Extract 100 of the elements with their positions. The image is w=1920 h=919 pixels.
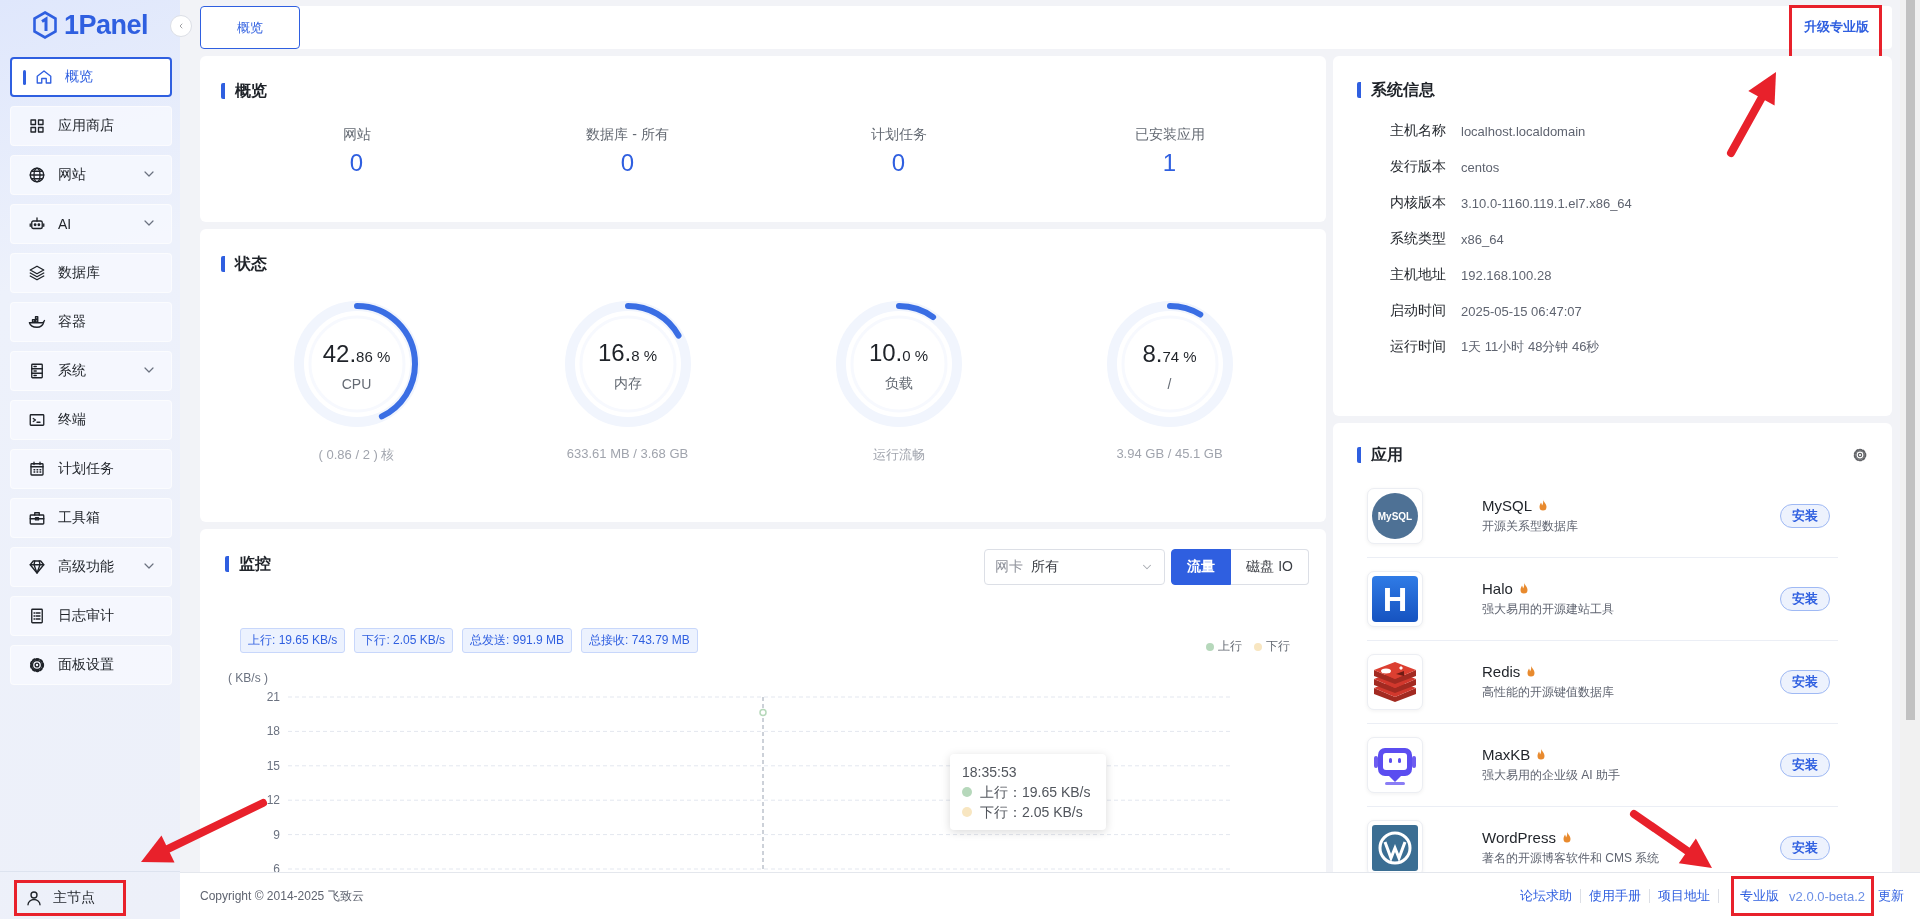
logo-icon: [31, 11, 58, 39]
globe-icon: [28, 166, 46, 184]
info-label: 系统类型: [1390, 230, 1447, 248]
upgrade-link[interactable]: 升级专业版: [1804, 18, 1869, 36]
axis-unit-label: ( KB/s ): [228, 671, 268, 685]
tab[interactable]: 概览: [200, 6, 300, 49]
footer-link[interactable]: 项目地址: [1658, 887, 1711, 905]
sidebar-item[interactable]: 工具箱: [10, 498, 172, 538]
app-name[interactable]: MaxKB: [1482, 746, 1531, 763]
logo-text: 1Panel: [63, 9, 149, 41]
install-button[interactable]: 安装: [1780, 753, 1830, 777]
gauge-label: CPU: [341, 376, 372, 392]
halo-logo: H: [1372, 576, 1418, 622]
app-name[interactable]: Halo: [1482, 580, 1513, 597]
card-title: 监控: [225, 556, 271, 572]
update-link[interactable]: 更新: [1878, 887, 1904, 905]
stat-value[interactable]: 1: [1162, 149, 1177, 177]
network-select[interactable]: 网卡 所有: [984, 549, 1166, 585]
app-name[interactable]: MySQL: [1482, 497, 1532, 514]
terminal-icon: [28, 411, 46, 429]
toggle-button[interactable]: 流量: [1171, 549, 1232, 585]
stat-label: 数据库 - 所有: [586, 125, 669, 143]
layers-icon: [28, 264, 46, 282]
stat-value[interactable]: 0: [891, 149, 906, 177]
gauge-value: 42.86 %: [322, 340, 391, 368]
sidebar-item[interactable]: 高级功能: [10, 547, 172, 587]
server-icon: [28, 362, 46, 380]
info-label: 运行时间: [1390, 338, 1447, 356]
tooltip-row: 下行：2.05 KB/s: [962, 802, 1094, 822]
toolbox-icon: [28, 509, 46, 527]
stat-value[interactable]: 0: [349, 149, 364, 177]
app-description: 高性能的开源键值数据库: [1482, 684, 1614, 701]
gauge-value: 8.74 %: [1142, 340, 1197, 368]
version-text: v2.0.0-beta.2: [1789, 888, 1865, 904]
sidebar-item[interactable]: AI: [10, 204, 172, 244]
app-description: 开源关系型数据库: [1482, 518, 1578, 535]
gauge-value: 10.0 %: [868, 339, 929, 367]
user-icon: [25, 888, 43, 907]
sidebar-item[interactable]: 终端: [10, 400, 172, 440]
copyright-text: Copyright © 2014-2025 飞致云: [200, 887, 364, 905]
gauge-detail: 3.94 GB / 45.1 GB: [1116, 446, 1223, 461]
gauge-label: 内存: [613, 375, 642, 393]
sidebar-item[interactable]: 日志审计: [10, 596, 172, 636]
footer-link[interactable]: 使用手册: [1589, 887, 1642, 905]
info-value: centos: [1461, 159, 1500, 175]
list-icon: [28, 607, 46, 625]
info-label: 启动时间: [1390, 302, 1447, 320]
install-button[interactable]: 安装: [1780, 587, 1830, 611]
app-name[interactable]: WordPress: [1482, 829, 1556, 846]
info-label: 主机地址: [1390, 266, 1447, 284]
collapse-button[interactable]: [170, 15, 192, 37]
y-tick-label: 21: [266, 690, 280, 704]
settings-icon[interactable]: [1852, 447, 1868, 463]
stat-tag: 下行: 2.05 KB/s: [354, 628, 454, 653]
whale-icon: [28, 313, 46, 331]
sidebar-item[interactable]: 计划任务: [10, 449, 172, 489]
settings-icon: [28, 656, 46, 674]
sidebar-item[interactable]: 面板设置: [10, 645, 172, 685]
sidebar-item[interactable]: 应用商店: [10, 106, 172, 146]
sidebar-item[interactable]: 数据库: [10, 253, 172, 293]
app-description: 强大易用的开源建站工具: [1482, 601, 1614, 618]
install-button[interactable]: 安装: [1780, 670, 1830, 694]
legend-item[interactable]: 上行: [1206, 638, 1242, 655]
stat-tag: 上行: 19.65 KB/s: [240, 628, 346, 653]
gauge-label: 负载: [884, 375, 913, 393]
install-button[interactable]: 安装: [1780, 504, 1830, 528]
scrollbar[interactable]: [1900, 0, 1920, 872]
stat-tag: 总发送: 991.9 MB: [462, 628, 573, 653]
home-icon: [35, 68, 53, 86]
legend-item[interactable]: 下行: [1254, 638, 1290, 655]
card-title: 系统信息: [1357, 82, 1435, 98]
sidebar-item[interactable]: 容器: [10, 302, 172, 342]
card-title: 状态: [221, 256, 267, 272]
tooltip-row: 上行：19.65 KB/s: [962, 782, 1094, 802]
stat-label: 已安装应用: [1134, 125, 1205, 143]
app-name[interactable]: Redis: [1482, 663, 1521, 680]
y-tick-label: 9: [273, 827, 280, 842]
stat-value[interactable]: 0: [620, 149, 635, 177]
mysql-logo: MySQL: [1372, 493, 1418, 539]
footer-link[interactable]: 论坛求助: [1520, 887, 1573, 905]
y-tick-label: 15: [266, 758, 280, 773]
sidebar-item[interactable]: 网站: [10, 155, 172, 195]
stat-label: 网站: [342, 125, 371, 143]
gauge-detail: 运行流畅: [872, 446, 925, 464]
sidebar-item[interactable]: 概览: [10, 57, 172, 97]
gauge-detail: 633.61 MB / 3.68 GB: [566, 446, 689, 461]
info-value: localhost.localdomain: [1461, 123, 1586, 139]
info-label: 发行版本: [1390, 158, 1447, 176]
stat-tag: 总接收: 743.79 MB: [581, 628, 698, 653]
info-value: 3.10.0-1160.119.1.el7.x86_64: [1461, 195, 1632, 211]
install-button[interactable]: 安装: [1780, 836, 1830, 860]
edition-link[interactable]: 专业版: [1740, 887, 1780, 905]
toggle-button[interactable]: 磁盘 IO: [1231, 549, 1309, 585]
info-label: 主机名称: [1390, 122, 1447, 140]
info-value: 192.168.100.28: [1461, 267, 1552, 283]
diamond-icon: [28, 558, 46, 576]
sidebar-item[interactable]: 系统: [10, 351, 172, 391]
tooltip-time: 18:35:53: [962, 763, 1018, 782]
gauge-detail: ( 0.86 / 2 ) 核: [318, 446, 395, 464]
node-selector[interactable]: 主节点: [25, 888, 95, 907]
